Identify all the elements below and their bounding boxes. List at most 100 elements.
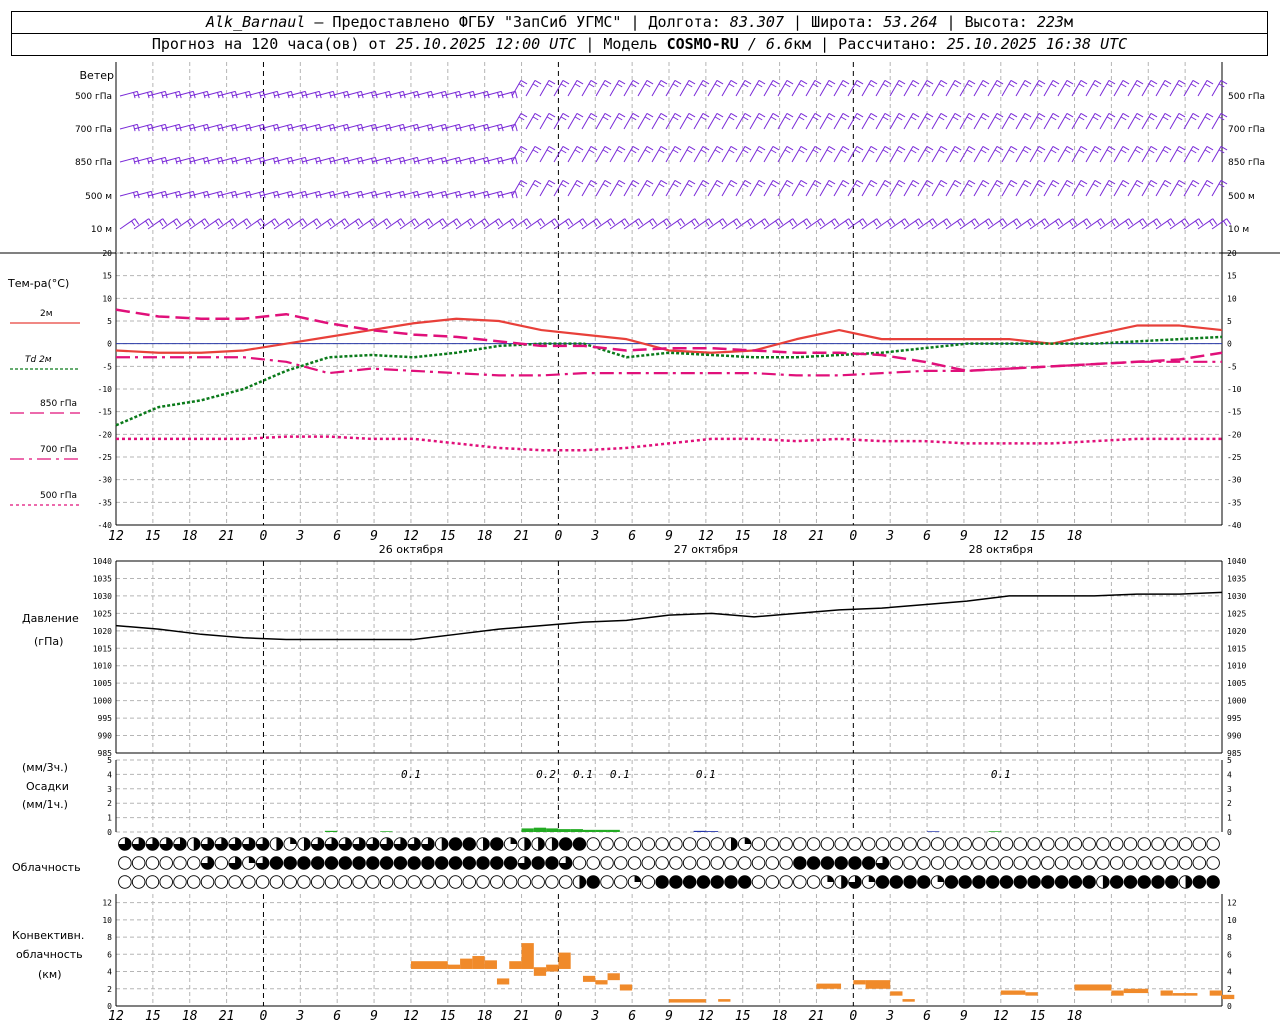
wind-barb — [595, 180, 606, 197]
wind-barb — [707, 80, 718, 97]
wind-barb-flag — [1206, 145, 1214, 151]
cloud-symbol — [999, 856, 1014, 870]
cloud-symbol-fill — [917, 875, 931, 889]
wind-barb-flag — [870, 112, 878, 118]
wind-barb — [889, 80, 900, 97]
wind-barb-flag — [532, 183, 539, 188]
wind-barb-flag — [372, 218, 378, 225]
wind-barb-flag — [484, 218, 490, 225]
cloud-symbol-fill — [366, 856, 380, 870]
wind-barb-flag — [546, 183, 553, 188]
wind-barb — [973, 113, 984, 130]
cloud-symbol — [600, 875, 614, 889]
cloud-symbol — [820, 837, 835, 851]
wind-barb — [1169, 146, 1180, 163]
cloud-symbol-fill — [504, 856, 517, 870]
wind-barb-flag — [1170, 218, 1176, 225]
cloud-symbol — [669, 837, 683, 851]
convective-bar — [902, 999, 915, 1002]
cloud-symbol — [1054, 837, 1069, 851]
wind-barb-flag — [982, 145, 990, 151]
cloud-symbol-fill — [1124, 875, 1137, 889]
wind-barb-flag — [439, 220, 444, 227]
precip-amount-label: 0.1 — [696, 768, 716, 781]
wind-barb-flag — [680, 218, 686, 225]
wind-barb — [637, 113, 648, 130]
cloud-title: Облачность — [12, 861, 81, 874]
wind-barb-flag — [590, 79, 598, 85]
wind-barb-flag — [229, 220, 234, 227]
wind-barb-flag — [355, 220, 360, 227]
wind-barb-flag — [532, 149, 539, 154]
pressure-tick-label-left: 995 — [98, 714, 113, 723]
wind-barb-flag — [604, 79, 612, 85]
temp-time-tick-label: 3 — [590, 529, 599, 544]
convective-tick-label-left: 10 — [102, 916, 112, 925]
wind-barb-flag — [532, 116, 539, 121]
wind-barb-flag — [1150, 79, 1158, 85]
wind-barb — [693, 146, 704, 163]
precip-amount-label: 0.2 — [536, 768, 556, 781]
convective-bar — [472, 956, 485, 969]
cloud-symbol-fill — [1165, 875, 1179, 889]
wind-barb-flag — [562, 179, 570, 185]
cloud-symbol — [310, 875, 325, 889]
wind-barb-flag — [523, 220, 528, 227]
wind-barb-flag — [1122, 145, 1130, 151]
cloud-symbol — [448, 875, 463, 889]
temp-time-tick-label: 18 — [182, 529, 198, 544]
wind-barb-flag — [856, 112, 864, 118]
wind-barb-flag — [638, 218, 644, 225]
wind-barb-flag — [756, 183, 763, 188]
wind-barb — [861, 146, 872, 163]
wind-barb-flag — [658, 83, 665, 88]
cloud-symbol — [228, 875, 242, 889]
cloud-symbol — [682, 856, 697, 870]
wind-barb — [735, 146, 746, 163]
wind-barb-flag — [820, 218, 826, 225]
cloud-symbol — [352, 875, 366, 889]
temp-time-tick-label: 15 — [145, 529, 161, 544]
wind-barb — [945, 146, 956, 163]
cloud-symbol — [283, 875, 297, 889]
wind-barb — [791, 180, 802, 197]
cloud-symbol — [1178, 856, 1193, 870]
wind-barb-flag — [616, 83, 623, 88]
precip-bar — [582, 829, 596, 832]
wind-barb-flag — [204, 218, 210, 225]
wind-barb-flag — [896, 149, 903, 154]
wind-barb-flag — [744, 145, 752, 151]
cloud-symbol-fill — [1069, 875, 1082, 889]
wind-barb-flag — [1022, 116, 1029, 121]
wind-barb-flag — [940, 112, 948, 118]
wind-barb-flag — [1148, 83, 1155, 88]
wind-barb-flag — [758, 179, 766, 185]
wind-barb-flag — [688, 179, 696, 185]
convective-tick-label-left: 8 — [107, 933, 112, 942]
wind-barb-flag — [672, 183, 679, 188]
wind-barb-flag — [898, 145, 906, 151]
wind-barb-flag — [966, 116, 973, 121]
wind-barb-flag — [798, 149, 805, 154]
wind-barb-flag — [327, 220, 332, 227]
wind-barb-flag — [932, 218, 938, 225]
wind-barb — [931, 80, 942, 97]
wind-barb — [609, 80, 620, 97]
wind-barb — [567, 180, 578, 197]
temp-time-tick-label: 6 — [923, 529, 931, 544]
wind-barb-flag — [540, 218, 546, 225]
cloud-symbol-fill — [338, 856, 352, 870]
convective-bar — [595, 980, 608, 985]
wind-barb-flag — [574, 183, 581, 188]
wind-barb-flag — [565, 220, 570, 227]
pressure-tick-label-left: 1000 — [93, 697, 112, 706]
wind-barb-flag — [1192, 79, 1200, 85]
wind-barb-flag — [574, 116, 581, 121]
wind-barb-flag — [514, 157, 518, 165]
cloud-symbol — [1123, 856, 1138, 870]
wind-barb-flag — [1164, 179, 1172, 185]
wind-level-label-right: 500 м — [1228, 192, 1255, 202]
wind-barb-flag — [854, 116, 861, 121]
bottom-time-tick-label: 15 — [1030, 1009, 1046, 1024]
cloud-symbol — [751, 875, 766, 889]
